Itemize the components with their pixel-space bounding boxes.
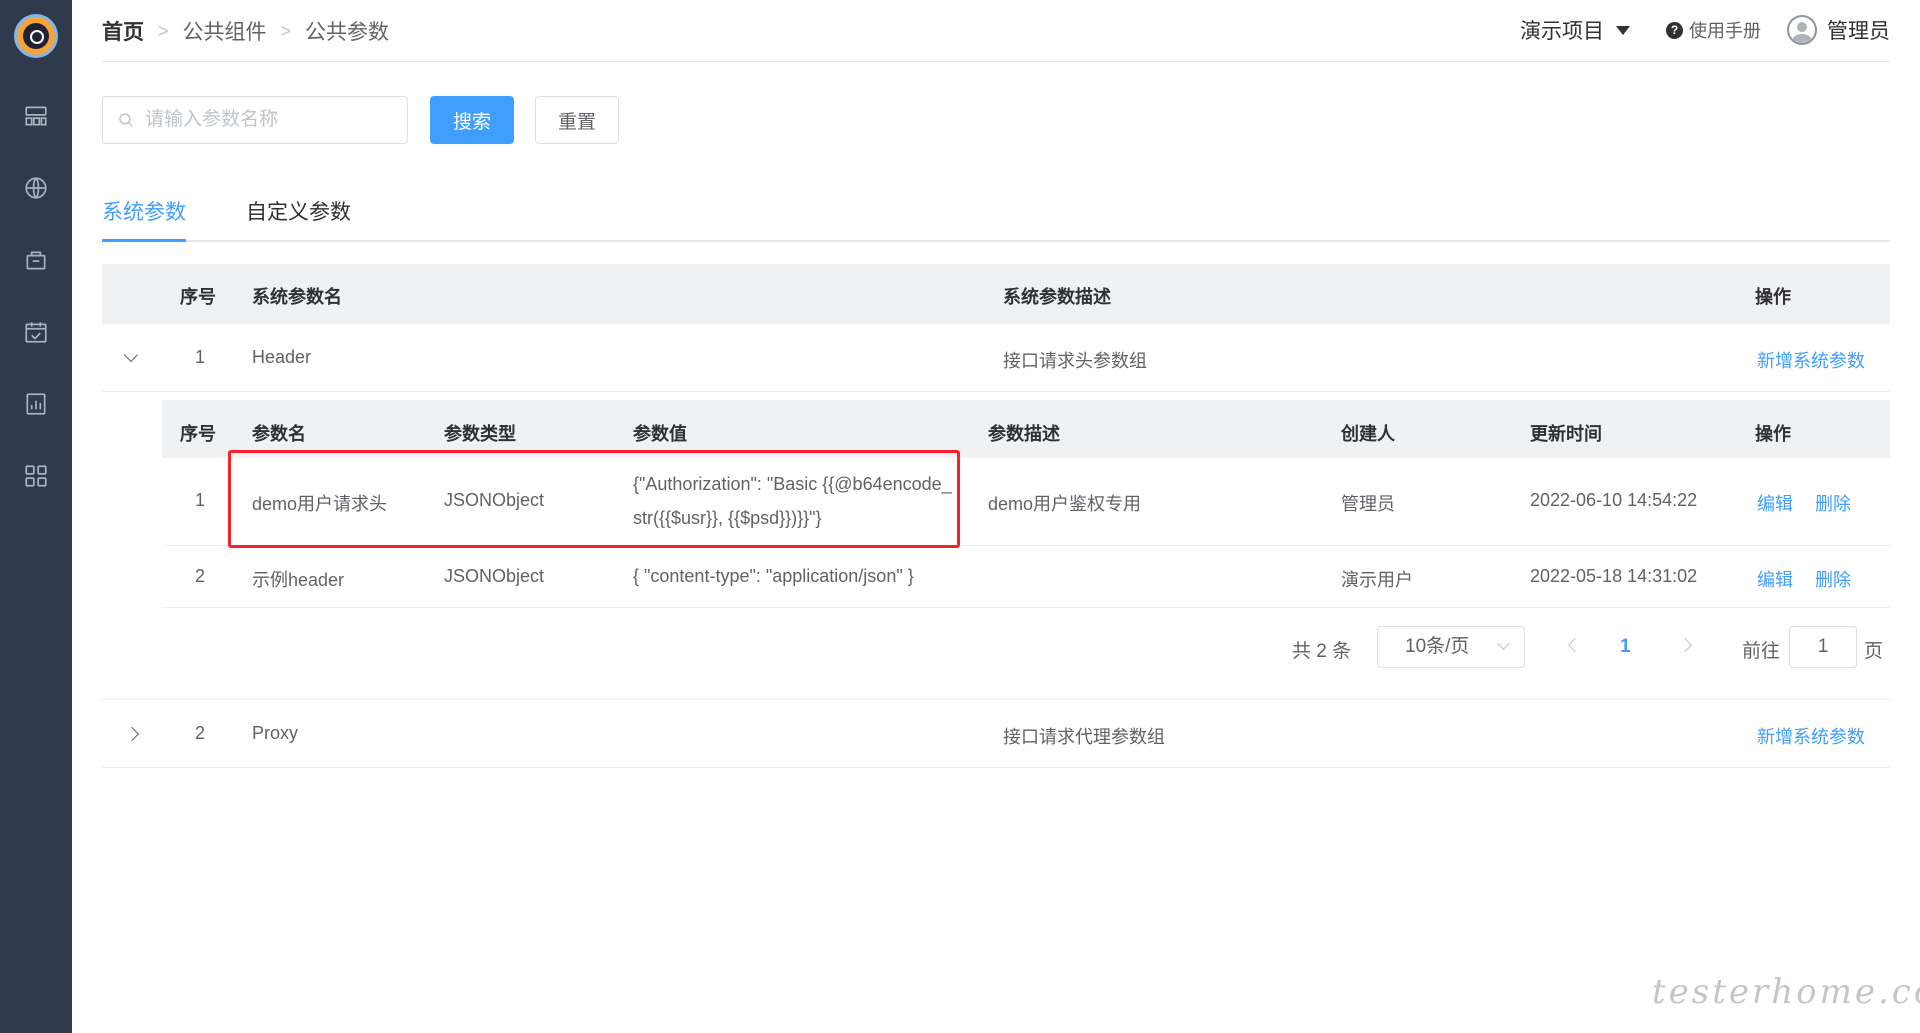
manual-label: 使用手册 [1689, 21, 1761, 41]
col-index: 序号 [180, 287, 216, 307]
globe-icon[interactable] [22, 174, 50, 202]
chevron-down-icon [1497, 637, 1510, 650]
col-param-type: 参数类型 [444, 424, 516, 444]
report-icon[interactable] [22, 390, 50, 418]
highlight-box [228, 450, 960, 548]
table-row [102, 700, 1890, 768]
breadcrumb-components[interactable]: 公共组件 [183, 16, 267, 46]
col-action: 操作 [1755, 424, 1791, 444]
calendar-check-icon[interactable] [22, 318, 50, 346]
delete-link[interactable]: 删除 [1815, 566, 1851, 592]
edit-link[interactable]: 编辑 [1757, 490, 1793, 516]
watermark: testerhome.com [1652, 972, 1920, 1012]
manual-link[interactable]: ? 使用手册 [1666, 17, 1761, 43]
breadcrumb-current: 公共参数 [305, 21, 390, 44]
row-param-desc: demo用户鉴权专用 [988, 494, 1142, 514]
col-param-desc: 参数描述 [988, 424, 1060, 444]
col-param-name: 参数名 [252, 424, 306, 444]
row-param-value: { "content-type": "application/json" } [633, 566, 914, 586]
goto-page-input[interactable] [1789, 626, 1857, 668]
avatar [1787, 15, 1817, 45]
col-updated: 更新时间 [1530, 424, 1602, 444]
row-param-type: JSONObject [444, 566, 545, 586]
breadcrumb-separator-icon: > [280, 20, 292, 41]
col-desc: 系统参数描述 [1003, 287, 1111, 307]
row-desc: 接口请求头参数组 [1003, 351, 1147, 371]
apps-grid-icon[interactable] [22, 462, 50, 490]
row-index: 2 [195, 566, 206, 586]
breadcrumb: 首页 > 公共组件 > 公共参数 [102, 16, 389, 46]
tab-system-params[interactable]: 系统参数 [102, 196, 186, 242]
table-header [102, 264, 1890, 324]
search-field[interactable] [102, 96, 408, 144]
app-logo[interactable] [14, 14, 58, 58]
row-updated: 2022-05-18 14:31:02 [1530, 566, 1698, 586]
row-name: Proxy [252, 723, 299, 743]
table-row [102, 324, 1890, 392]
col-name: 系统参数名 [252, 287, 342, 307]
col-index: 序号 [180, 424, 216, 444]
user-menu[interactable]: 管理员 [1787, 15, 1890, 45]
page-size-select[interactable]: 10条/页 [1377, 626, 1525, 668]
tab-custom-params[interactable]: 自定义参数 [246, 196, 351, 240]
add-system-param-link[interactable]: 新增系统参数 [1757, 347, 1865, 373]
breadcrumb-separator-icon: > [158, 20, 169, 41]
edit-link[interactable]: 编辑 [1757, 566, 1793, 592]
current-page[interactable]: 1 [1620, 636, 1631, 658]
page-size-value: 10条/页 [1405, 636, 1470, 657]
project-name: 演示项目 [1520, 20, 1604, 43]
row-index: 1 [195, 490, 206, 510]
package-icon[interactable] [22, 246, 50, 274]
page-suffix: 页 [1864, 641, 1884, 662]
reset-button[interactable]: 重置 [535, 96, 619, 144]
delete-link[interactable]: 删除 [1815, 490, 1851, 516]
pagination-total: 共 2 条 [1292, 641, 1352, 662]
col-action: 操作 [1755, 287, 1791, 307]
row-creator: 管理员 [1341, 494, 1395, 514]
tab-bar: 系统参数 自定义参数 [102, 196, 1890, 242]
dashboard-icon[interactable] [22, 102, 50, 130]
question-icon: ? [1666, 21, 1683, 39]
row-creator: 演示用户 [1341, 570, 1413, 590]
row-updated: 2022-06-10 14:54:22 [1530, 490, 1698, 510]
search-icon [119, 113, 133, 127]
row-param-name: 示例header [252, 570, 345, 590]
col-creator: 创建人 [1341, 424, 1395, 444]
row-name: Header [252, 347, 312, 367]
breadcrumb-home[interactable]: 首页 [102, 16, 144, 46]
user-name: 管理员 [1827, 20, 1890, 43]
search-input[interactable] [145, 109, 385, 131]
goto-label: 前往 [1742, 641, 1781, 662]
sidebar [0, 0, 72, 1033]
top-header: 首页 > 公共组件 > 公共参数 演示项目 ? 使用手册 管理员 [102, 0, 1890, 62]
col-param-value: 参数值 [633, 424, 687, 444]
row-index: 2 [195, 723, 206, 743]
add-system-param-link[interactable]: 新增系统参数 [1757, 723, 1865, 749]
project-selector[interactable]: 演示项目 [1520, 15, 1630, 45]
row-desc: 接口请求代理参数组 [1003, 727, 1165, 747]
caret-down-icon [1616, 25, 1630, 35]
search-button[interactable]: 搜索 [430, 96, 514, 144]
row-index: 1 [195, 347, 206, 367]
